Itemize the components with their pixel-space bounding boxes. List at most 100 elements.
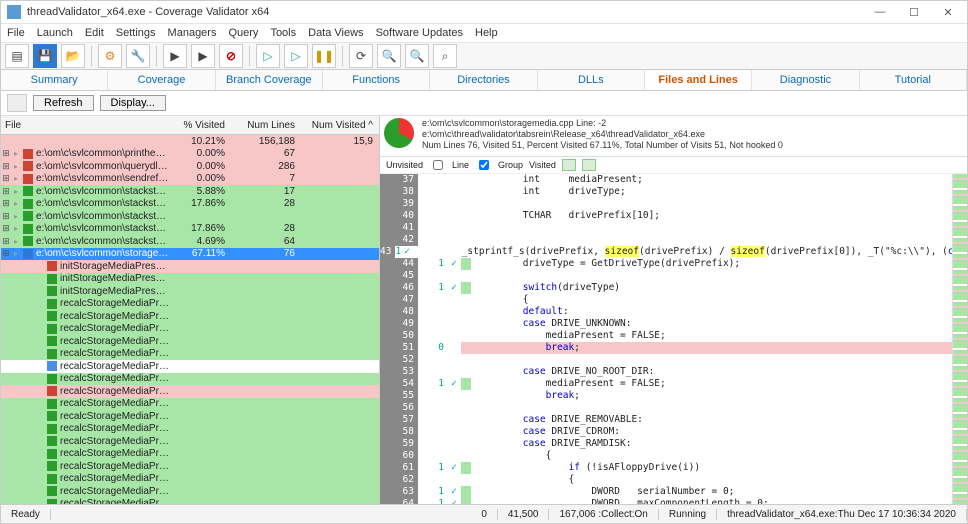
menu-launch[interactable]: Launch (37, 27, 73, 39)
tool-icon[interactable]: 🔧 (126, 44, 150, 68)
tab-tutorial[interactable]: Tutorial (860, 70, 967, 90)
tab-summary[interactable]: Summary (1, 70, 108, 90)
code-line[interactable]: 47 { (380, 294, 952, 306)
minimap[interactable] (952, 174, 967, 504)
tab-functions[interactable]: Functions (323, 70, 430, 90)
file-tree[interactable]: 10.21%156,18815,9⊞▸e:\om\c\svlcommon\pri… (1, 135, 379, 504)
chk-line[interactable] (433, 160, 443, 170)
func-row[interactable]: recalcStorageMediaPresent [Line 43] (1, 348, 379, 361)
file-row[interactable]: ⊞▸e:\om\c\svlcommon\printhexvaluesrow.cp… (1, 148, 379, 161)
code-line[interactable]: 611✓ if (!isAFloppyDrive(i)) (380, 462, 952, 474)
code-line[interactable]: 461✓ switch(driveType) (380, 282, 952, 294)
func-row[interactable]: recalcStorageMediaPresent [Line 29] (1, 298, 379, 311)
menu-query[interactable]: Query (228, 27, 258, 39)
chk-group[interactable] (479, 160, 489, 170)
display-button[interactable]: Display... (100, 95, 166, 111)
code-line[interactable]: 631✓ DWORD serialNumber = 0; (380, 486, 952, 498)
file-row[interactable]: ⊞▸e:\om\c\svlcommon\stackstuffdonttracei… (1, 223, 379, 236)
file-row[interactable]: ⊞▸e:\om\c\svlcommon\stackstuffaddressran… (1, 185, 379, 198)
close-button[interactable]: ✕ (935, 6, 961, 19)
zoomout-icon[interactable]: 🔍 (405, 44, 429, 68)
func-row[interactable]: recalcStorageMediaPresent [Line 61] (1, 410, 379, 423)
tab-diagnostic[interactable]: Diagnostic (752, 70, 859, 90)
code-line[interactable]: 62 { (380, 474, 952, 486)
menu-software-updates[interactable]: Software Updates (376, 27, 463, 39)
file-row[interactable]: ⊞▸e:\om\c\svlcommon\stackstuffdonttracea… (1, 210, 379, 223)
nav-next-icon[interactable] (582, 159, 596, 171)
run1-icon[interactable]: ▶ (163, 44, 187, 68)
play2-icon[interactable]: ▷ (284, 44, 308, 68)
zoomin-icon[interactable]: 🔍 (377, 44, 401, 68)
code-line[interactable]: 58 case DRIVE_CDROM: (380, 426, 952, 438)
file-row[interactable]: ⊞▸e:\om\c\svlcommon\stackstuffdonttrace.… (1, 198, 379, 211)
col-pct[interactable]: % Visited (169, 120, 231, 131)
maximize-button[interactable]: ☐ (901, 6, 927, 19)
func-row[interactable]: recalcStorageMediaPresent [Line 46] (1, 373, 379, 386)
menu-tools[interactable]: Tools (270, 27, 296, 39)
new-icon[interactable]: ▤ (5, 44, 29, 68)
code-line[interactable]: 45 (380, 270, 952, 282)
col-numl[interactable]: Num Lines (231, 120, 301, 131)
code-line[interactable]: 37 int mediaPresent; (380, 174, 952, 186)
menu-edit[interactable]: Edit (85, 27, 104, 39)
stop-icon[interactable]: ⊘ (219, 44, 243, 68)
code-line[interactable]: 55 break; (380, 390, 952, 402)
view-icon[interactable] (7, 94, 27, 112)
func-row[interactable]: recalcStorageMediaPresent [Line 32] (1, 323, 379, 336)
func-row[interactable]: recalcStorageMediaPresent [Line 65] (1, 448, 379, 461)
file-row[interactable]: ⊞▸e:\om\c\svlcommon\stackstufffunctions.… (1, 235, 379, 248)
func-row[interactable]: recalcStorageMediaPresent [Line 68] (1, 473, 379, 486)
find-icon[interactable]: ⌕ (433, 44, 457, 68)
code-line[interactable]: 50 mediaPresent = FALSE; (380, 330, 952, 342)
code-line[interactable]: 59 case DRIVE_RAMDISK: (380, 438, 952, 450)
refresh-button[interactable]: Refresh (33, 95, 94, 111)
func-row[interactable]: recalcStorageMediaPresent [Line 44] (1, 360, 379, 373)
file-row[interactable]: ⊞▸e:\om\c\svlcommon\querydll.cpp0.00%286 (1, 160, 379, 173)
func-row[interactable]: recalcStorageMediaPresent [Line 69] (1, 485, 379, 498)
func-row[interactable]: initStorageMediaPresent [Line 18] (1, 273, 379, 286)
refresh-icon[interactable]: ⟳ (349, 44, 373, 68)
tab-coverage[interactable]: Coverage (108, 70, 215, 90)
func-row[interactable]: recalcStorageMediaPresent [Line 54] (1, 398, 379, 411)
func-row[interactable]: recalcStorageMediaPresent [Line 36] (1, 335, 379, 348)
tab-files-and-lines[interactable]: Files and Lines (645, 70, 752, 90)
menu-file[interactable]: File (7, 27, 25, 39)
open-icon[interactable]: 📂 (61, 44, 85, 68)
func-row[interactable]: recalcStorageMediaPresent [Line 63] (1, 423, 379, 436)
tab-dlls[interactable]: DLLs (538, 70, 645, 90)
col-file[interactable]: File (1, 120, 169, 131)
tab-directories[interactable]: Directories (430, 70, 537, 90)
code-line[interactable]: 53 case DRIVE_NO_ROOT_DIR: (380, 366, 952, 378)
nav-prev-icon[interactable] (562, 159, 576, 171)
code-view[interactable]: 37 int mediaPresent;38 int driveType;394… (380, 174, 967, 504)
func-row[interactable]: recalcStorageMediaPresent [Line 64] (1, 435, 379, 448)
code-line[interactable]: 42 (380, 234, 952, 246)
file-row[interactable]: ⊞▸e:\om\c\svlcommon\sendrefdata.cpp0.00%… (1, 173, 379, 186)
func-row[interactable]: recalcStorageMediaPresent [Line 66] (1, 460, 379, 473)
func-row[interactable]: recalcStorageMediaPresent [Line 70] (1, 498, 379, 505)
func-row[interactable]: initStorageMediaPresent [Line 19] (1, 285, 379, 298)
code-line[interactable]: 510 break; (380, 342, 952, 354)
func-row[interactable]: initStorageMediaPresent [Line 17] (1, 260, 379, 273)
code-line[interactable]: 39 (380, 198, 952, 210)
menu-settings[interactable]: Settings (116, 27, 156, 39)
code-line[interactable]: 40 TCHAR drivePrefix[10]; (380, 210, 952, 222)
func-row[interactable]: recalcStorageMediaPresent [Line 51] (1, 385, 379, 398)
play-icon[interactable]: ▷ (256, 44, 280, 68)
tab-branch-coverage[interactable]: Branch Coverage (216, 70, 323, 90)
code-line[interactable]: 41 (380, 222, 952, 234)
file-row[interactable]: ⊞▸e:\om\c\svlcommon\storagemedia.cpp67.1… (1, 248, 379, 261)
pause-icon[interactable]: ❚❚ (312, 44, 336, 68)
minimize-button[interactable]: — (867, 6, 893, 19)
save-icon[interactable]: 💾 (33, 44, 57, 68)
code-line[interactable]: 431✓ _stprintf_s(drivePrefix, sizeof(dri… (380, 246, 952, 258)
run2-icon[interactable]: ▶ (191, 44, 215, 68)
menu-managers[interactable]: Managers (168, 27, 217, 39)
code-line[interactable]: 49 case DRIVE_UNKNOWN: (380, 318, 952, 330)
code-line[interactable]: 57 case DRIVE_REMOVABLE: (380, 414, 952, 426)
col-numv[interactable]: Num Visited ^ (301, 120, 379, 131)
gear-icon[interactable]: ⚙ (98, 44, 122, 68)
menu-data-views[interactable]: Data Views (308, 27, 363, 39)
code-line[interactable]: 541✓ mediaPresent = FALSE; (380, 378, 952, 390)
code-line[interactable]: 441✓ driveType = GetDriveType(drivePrefi… (380, 258, 952, 270)
